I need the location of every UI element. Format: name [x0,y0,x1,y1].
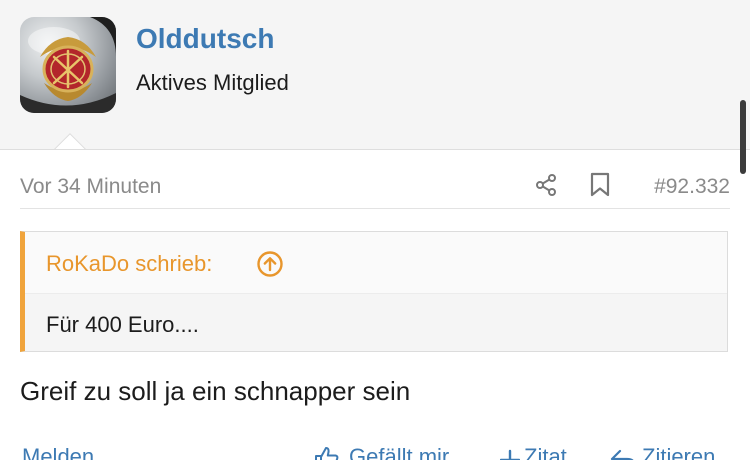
multi-quote-label: Zitat [524,444,567,460]
quote-content: Für 400 Euro.... [46,312,199,337]
reply-button[interactable]: Zitieren [609,444,715,460]
thumbs-up-icon [315,447,339,460]
report-label: Melden [22,444,95,460]
bookmark-icon[interactable] [589,172,611,198]
user-title: Aktives Mitglied [136,70,289,95]
like-label: Gefällt mir [349,444,450,460]
username[interactable]: Olddutsch [136,22,274,56]
reply-label: Zitieren [642,444,716,460]
share-icon[interactable] [534,173,558,197]
post-number-link[interactable]: #92.332 [654,174,730,200]
report-link[interactable]: Melden [22,444,94,460]
quote-block: RoKaDo schrieb: Für 400 Euro.... [20,231,728,352]
forum-post-page: Olddutsch Aktives Mitglied Vor 34 Minute… [0,0,750,460]
header-pointer [54,131,86,149]
reply-arrow-icon [610,449,634,460]
post-meta: Vor 34 Minuten #92.332 [20,168,730,209]
like-button[interactable]: Gefällt mir [314,444,449,460]
page-scrollbar[interactable] [740,100,746,174]
post-actions: Melden Gefällt mir Zitat Zitieren [0,436,750,460]
post-timestamp[interactable]: Vor 34 Minuten [20,174,161,200]
post-author-header: Olddutsch Aktives Mitglied [0,0,750,150]
arrow-up-circle-icon[interactable] [256,250,284,278]
avatar[interactable] [20,17,116,113]
post-content: Greif zu soll ja ein schnapper sein [20,376,411,406]
bsa-badge-icon [20,17,116,113]
quote-author-link[interactable]: RoKaDo schrieb: [46,251,212,277]
quote-header: RoKaDo schrieb: [25,232,727,294]
multi-quote-button[interactable]: Zitat [500,444,567,460]
plus-icon [500,449,520,460]
